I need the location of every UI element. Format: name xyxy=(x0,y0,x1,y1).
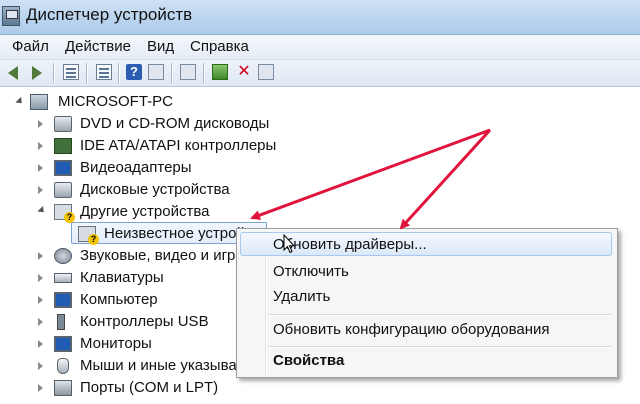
properties-icon[interactable] xyxy=(96,64,112,80)
tree-item-label: Компьютер xyxy=(80,291,158,308)
expand-icon[interactable] xyxy=(38,384,43,392)
tree-root[interactable]: MICROSOFT-PC xyxy=(15,91,216,113)
toolbar-separator xyxy=(171,63,173,83)
toolbar: ? ✕ xyxy=(0,60,640,87)
tree-item-monitors[interactable]: Мониторы xyxy=(38,333,234,355)
tree-root-label: MICROSOFT-PC xyxy=(58,93,173,110)
mouse-cursor-icon xyxy=(283,234,295,254)
menu-bar: Файл Действие Вид Справка xyxy=(0,35,640,60)
tree-item-ports[interactable]: Порты (COM и LPT) xyxy=(38,377,258,399)
show-hide-tree-icon[interactable] xyxy=(63,64,79,80)
tree-item-other[interactable]: Другие устройства xyxy=(37,201,298,223)
tree-item-label: Неизвестное устрой xyxy=(104,225,245,242)
collapse-icon[interactable] xyxy=(15,96,25,107)
properties-item[interactable]: Свойства xyxy=(273,352,344,369)
view-icon[interactable] xyxy=(148,64,164,80)
tree-item-video[interactable]: Видеоадаптеры xyxy=(38,157,298,179)
menu-action[interactable]: Действие xyxy=(65,38,131,55)
expand-icon[interactable] xyxy=(38,274,43,282)
usb-controller-icon xyxy=(57,314,65,330)
tree-item-label: Другие устройства xyxy=(80,203,210,220)
expand-icon[interactable] xyxy=(38,362,43,370)
toolbar-separator xyxy=(53,63,55,83)
expand-icon[interactable] xyxy=(38,296,43,304)
update-drivers-item[interactable]: Обновить драйверы... xyxy=(273,236,427,253)
menu-help[interactable]: Справка xyxy=(190,38,249,55)
tree-item-label: Порты (COM и LPT) xyxy=(80,379,219,396)
expand-icon[interactable] xyxy=(38,142,43,150)
disable-item[interactable]: Отключить xyxy=(273,263,349,280)
toolbar-separator xyxy=(203,63,205,83)
display-adapter-icon xyxy=(54,160,72,176)
expand-icon[interactable] xyxy=(38,318,43,326)
tree-item-dvd[interactable]: DVD и CD-ROM дисководы xyxy=(38,113,298,135)
scan-hardware-icon[interactable] xyxy=(180,64,196,80)
unknown-device-icon xyxy=(78,226,99,245)
tree-item-label: Мониторы xyxy=(80,335,152,352)
ide-controller-icon xyxy=(54,138,72,154)
tree-item-label: Контроллеры USB xyxy=(80,313,209,330)
back-icon[interactable] xyxy=(8,66,18,80)
menu-file[interactable]: Файл xyxy=(12,38,49,55)
computer-icon xyxy=(54,292,72,308)
tree-item-ide[interactable]: IDE ATA/ATAPI контроллеры xyxy=(38,135,318,157)
scan-hardware-item[interactable]: Обновить конфигурацию оборудования xyxy=(273,321,550,338)
tree-item-label: Видеоадаптеры xyxy=(80,159,192,176)
forward-icon[interactable] xyxy=(32,66,42,80)
tree-item-mice[interactable]: Мыши и иные указыва xyxy=(38,355,236,377)
expand-icon[interactable] xyxy=(38,120,43,128)
expand-icon[interactable] xyxy=(38,186,43,194)
tree-item-label: Звуковые, видео и игр xyxy=(80,247,236,264)
title-bar: Диспетчер устройств xyxy=(0,0,640,35)
tree-item-usb[interactable]: Контроллеры USB xyxy=(38,311,234,333)
tree-item-sound[interactable]: Звуковые, видео и игр xyxy=(38,245,236,267)
dvd-drive-icon xyxy=(54,116,72,132)
sound-video-icon xyxy=(54,248,72,264)
expand-icon[interactable] xyxy=(38,252,43,260)
help-icon[interactable]: ? xyxy=(126,64,142,80)
tree-item-label: Клавиатуры xyxy=(80,269,164,286)
tree-item-disks[interactable]: Дисковые устройства xyxy=(38,179,298,201)
device-manager-icon xyxy=(2,6,20,26)
tree-item-computer[interactable]: Компьютер xyxy=(38,289,234,311)
uninstall-item[interactable]: Удалить xyxy=(273,288,330,305)
ports-icon xyxy=(54,380,72,396)
mouse-icon xyxy=(57,358,69,374)
tree-item-label: Мыши и иные указыва xyxy=(80,357,236,374)
window-title: Диспетчер устройств xyxy=(26,5,193,24)
toolbar-separator xyxy=(86,63,88,83)
context-menu-separator xyxy=(267,314,611,316)
tree-item-label: DVD и CD-ROM дисководы xyxy=(80,115,270,132)
context-menu-separator xyxy=(267,346,611,348)
menu-view[interactable]: Вид xyxy=(147,38,174,55)
tree-item-keyboards[interactable]: Клавиатуры xyxy=(38,267,234,289)
update-driver-icon[interactable] xyxy=(212,64,228,80)
monitor-icon xyxy=(54,336,72,352)
uninstall-icon[interactable]: ✕ xyxy=(236,64,252,80)
disk-drive-icon xyxy=(54,182,72,198)
other-devices-icon xyxy=(54,204,75,223)
collapse-icon[interactable] xyxy=(37,205,47,216)
tree-item-label: IDE ATA/ATAPI контроллеры xyxy=(80,137,277,154)
toolbar-separator xyxy=(118,63,120,83)
disable-icon[interactable] xyxy=(258,64,274,80)
expand-icon[interactable] xyxy=(38,340,43,348)
keyboard-icon xyxy=(54,273,72,283)
tree-item-label: Дисковые устройства xyxy=(80,181,230,198)
computer-icon xyxy=(30,94,48,110)
expand-icon[interactable] xyxy=(38,164,43,172)
